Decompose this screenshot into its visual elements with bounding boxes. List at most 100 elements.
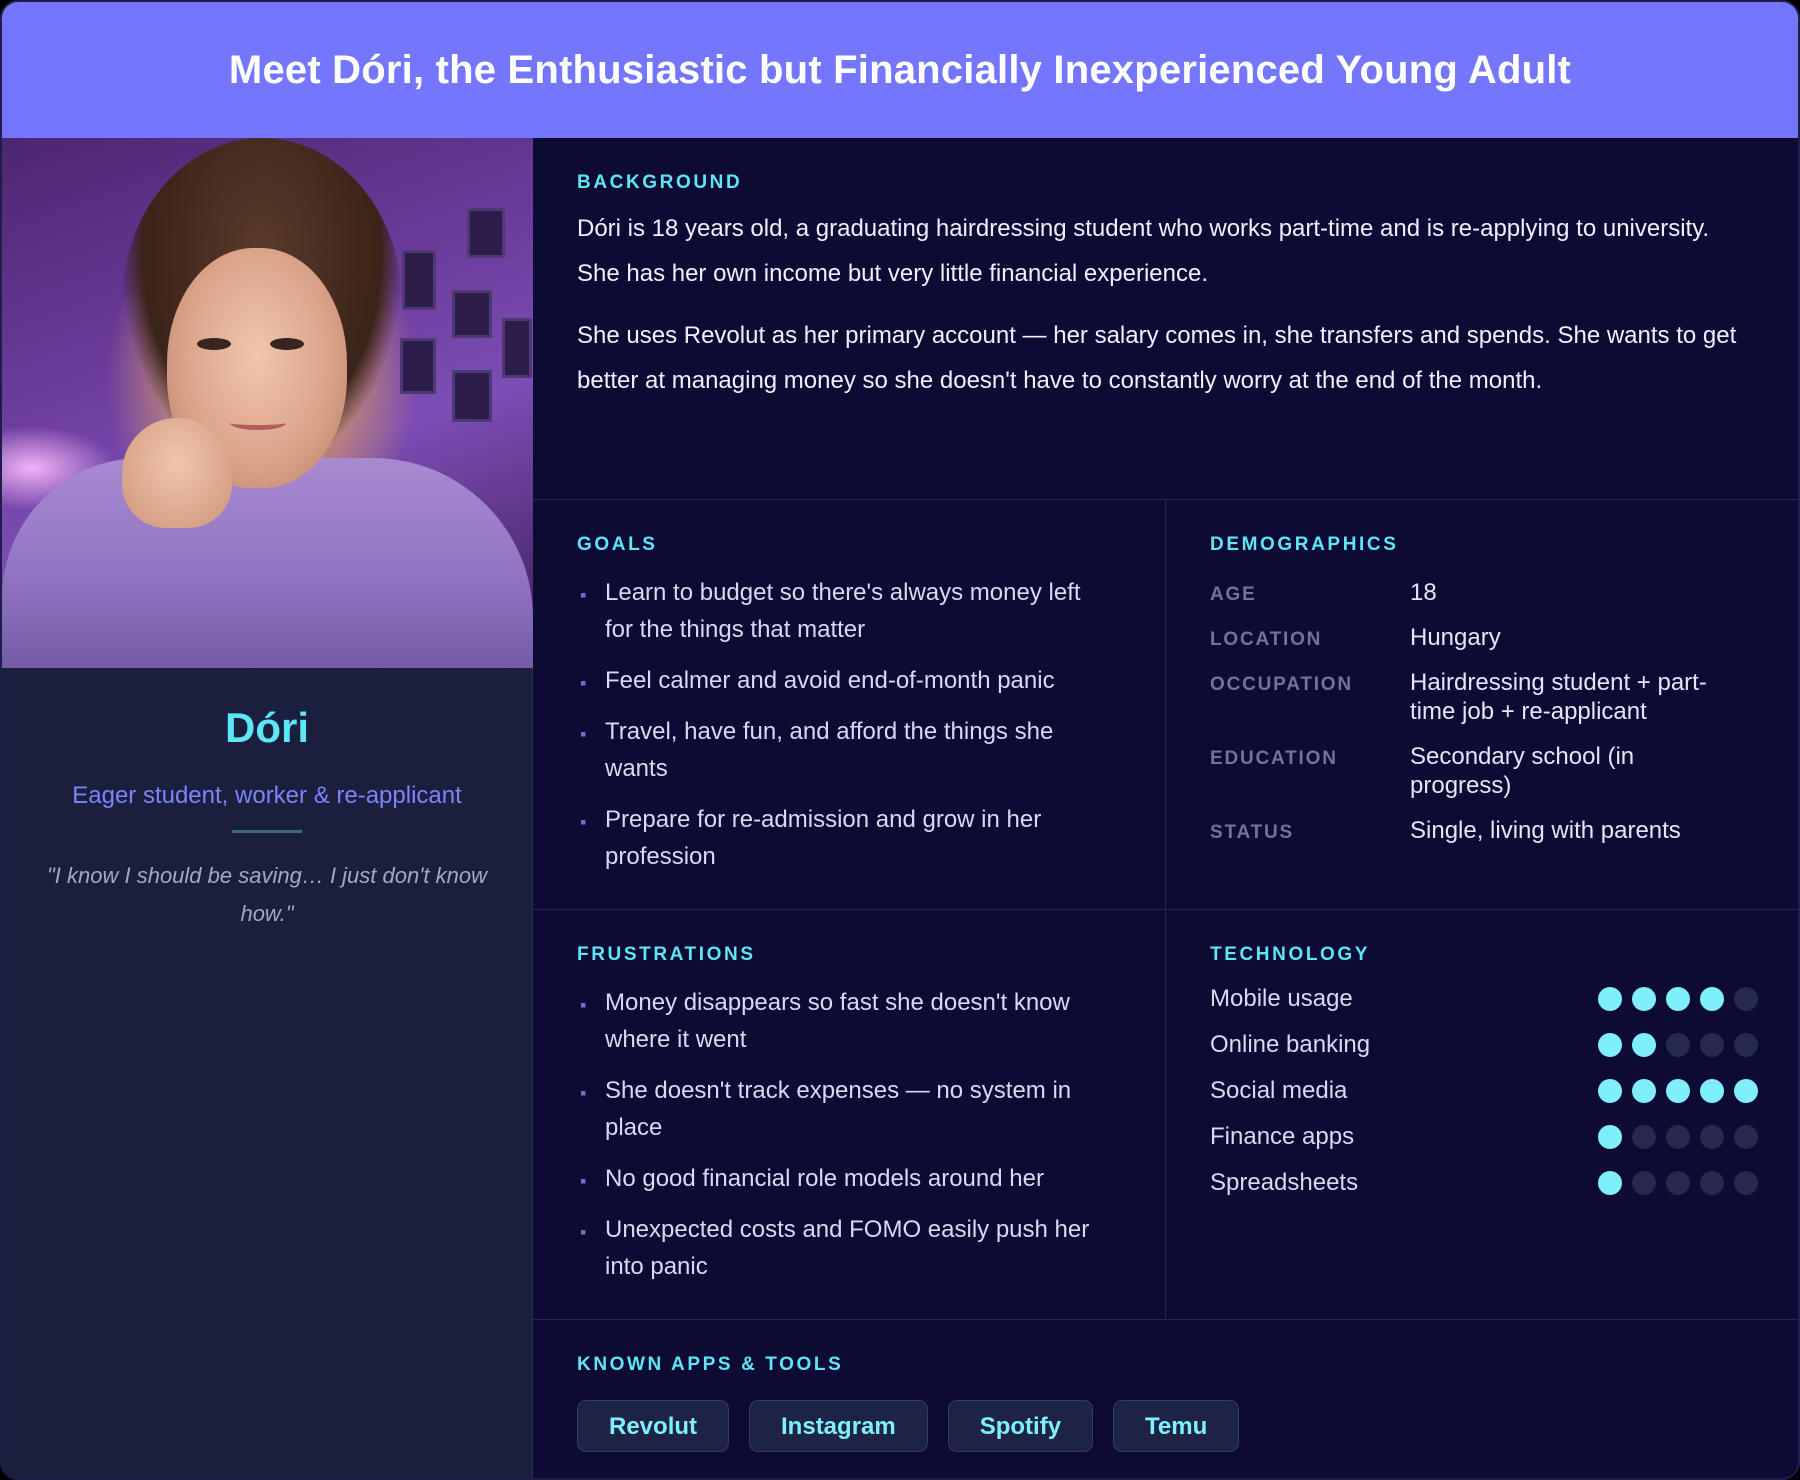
goal-text: Travel, have fun, and afford the things …	[605, 718, 1054, 782]
rating-dot-empty	[1632, 1171, 1656, 1195]
list-item: ▪ She doesn't track expenses — no system …	[580, 1077, 1072, 1141]
demographic-key: EDUCATION	[1210, 748, 1338, 769]
rating-dot-filled	[1598, 987, 1622, 1011]
demographic-value: Hairdressing student + part-time job + r…	[1410, 669, 1707, 725]
technology-row: Finance apps	[1210, 1114, 1758, 1160]
goals-list: ▪ Learn to budget so there's always money…	[577, 574, 1121, 875]
header: Meet Dóri, the Enthusiastic but Financia…	[2, 2, 1798, 138]
list-item: ▪ Feel calmer and avoid end-of-month pani…	[580, 667, 1055, 694]
list-item: ▪ Money disappears so fast she doesn't kn…	[580, 989, 1070, 1053]
frustration-text: Unexpected costs and FOMO easily push he…	[605, 1216, 1090, 1280]
technology-section: TECHNOLOGY Mobile usage Online banking Soc…	[1166, 910, 1798, 1320]
goals-section: GOALS ▪ Learn to budget so there's always…	[533, 500, 1166, 910]
rating-dots	[1598, 1033, 1758, 1057]
demographic-row: AGE 18	[1210, 578, 1758, 607]
frustration-text: She doesn't track expenses — no system i…	[605, 1077, 1072, 1141]
tools-chips: Revolut Instagram Spotify Temu	[577, 1400, 1758, 1452]
rating-dot-empty	[1700, 1033, 1724, 1057]
technology-row: Social media	[1210, 1068, 1758, 1114]
technology-row: Spreadsheets	[1210, 1160, 1758, 1206]
rating-dot-filled	[1598, 1171, 1622, 1195]
rating-dot-empty	[1734, 1125, 1758, 1149]
rating-dot-filled	[1700, 987, 1724, 1011]
demographic-value: 18	[1410, 579, 1437, 606]
demographics-section: DEMOGRAPHICS AGE 18 LOCATION Hungary OCC…	[1166, 500, 1798, 910]
tool-chip: Revolut	[577, 1400, 730, 1452]
background-paragraph: She uses Revolut as her primary account …	[577, 322, 1737, 394]
goal-text: Feel calmer and avoid end-of-month panic	[605, 667, 1055, 694]
list-item: ▪ No good financial role models around he…	[580, 1165, 1044, 1192]
rating-dot-empty	[1666, 1033, 1690, 1057]
demographic-key: AGE	[1210, 584, 1257, 605]
rating-dot-filled	[1734, 1079, 1758, 1103]
tools-heading: KNOWN APPS & TOOLS	[577, 1354, 844, 1375]
technology-heading: TECHNOLOGY	[1210, 944, 1371, 965]
demographics-heading: DEMOGRAPHICS	[1210, 534, 1399, 555]
rating-dots	[1598, 1171, 1758, 1195]
demographic-key: LOCATION	[1210, 629, 1323, 650]
demographic-value: Hungary	[1410, 624, 1501, 651]
page-title: Meet Dóri, the Enthusiastic but Financia…	[228, 47, 1572, 92]
tool-chip: Temu	[1113, 1400, 1240, 1452]
rating-dots	[1598, 1079, 1758, 1103]
tool-chip: Instagram	[749, 1400, 928, 1452]
rating-dot-empty	[1700, 1125, 1724, 1149]
technology-row: Mobile usage	[1210, 976, 1758, 1022]
technology-row: Online banking	[1210, 1022, 1758, 1068]
demographic-row: OCCUPATION Hairdressing student + part-t…	[1210, 668, 1758, 726]
list-item: ▪ Unexpected costs and FOMO easily push h…	[580, 1216, 1090, 1280]
sidebar: Dóri Eager student, worker & re-applican…	[2, 138, 533, 1478]
rating-dot-filled	[1598, 1033, 1622, 1057]
list-item: ▪ Learn to budget so there's always money…	[580, 579, 1081, 643]
persona-role: Eager student, worker & re-applicant	[72, 782, 462, 809]
rating-dot-empty	[1666, 1171, 1690, 1195]
rating-dot-filled	[1598, 1125, 1622, 1149]
frustrations-list: ▪ Money disappears so fast she doesn't kn…	[577, 984, 1121, 1285]
rating-dots	[1598, 1125, 1758, 1149]
demographic-row: LOCATION Hungary	[1210, 623, 1758, 652]
rating-dot-filled	[1632, 1079, 1656, 1103]
goal-text: Prepare for re-admission and grow in her…	[605, 806, 1042, 870]
rating-dot-filled	[1632, 987, 1656, 1011]
background-heading: BACKGROUND	[577, 172, 743, 193]
rating-dot-empty	[1734, 1171, 1758, 1195]
rating-dot-filled	[1598, 1079, 1622, 1103]
list-item: ▪ Travel, have fun, and afford the things…	[580, 718, 1054, 782]
list-item: ▪ Prepare for re-admission and grow in he…	[580, 806, 1042, 870]
rating-dot-filled	[1700, 1079, 1724, 1103]
rating-dot-filled	[1632, 1033, 1656, 1057]
background-section: BACKGROUND Dóri is 18 years old, a gradu…	[533, 138, 1798, 500]
profile: Dóri Eager student, worker & re-applican…	[2, 668, 532, 933]
technology-label: Mobile usage	[1210, 985, 1353, 1012]
rating-dot-filled	[1666, 987, 1690, 1011]
rating-dot-empty	[1734, 1033, 1758, 1057]
goals-heading: GOALS	[577, 534, 658, 555]
persona-photo	[2, 138, 533, 668]
rating-dot-filled	[1666, 1079, 1690, 1103]
demographic-value: Secondary school (in progress)	[1410, 743, 1635, 799]
persona-name: Dóri	[225, 704, 309, 751]
background-paragraph: Dóri is 18 years old, a graduating haird…	[577, 215, 1710, 287]
demographic-row: EDUCATION Secondary school (in progress)	[1210, 742, 1758, 800]
technology-label: Online banking	[1210, 1031, 1371, 1058]
tools-section: KNOWN APPS & TOOLS Revolut Instagram Spo…	[533, 1320, 1798, 1478]
frustrations-section: FRUSTRATIONS ▪ Money disappears so fast s…	[533, 910, 1166, 1320]
technology-list: Mobile usage Online banking Social media Fi…	[1210, 976, 1758, 1206]
frustration-text: No good financial role models around her	[605, 1165, 1044, 1192]
goal-text: Learn to budget so there's always money …	[605, 579, 1081, 643]
technology-label: Social media	[1210, 1077, 1348, 1104]
frustration-text: Money disappears so fast she doesn't kno…	[605, 989, 1070, 1053]
rating-dot-empty	[1700, 1171, 1724, 1195]
rating-dots	[1598, 987, 1758, 1011]
divider	[232, 830, 302, 833]
persona-quote: "I know I should be saving… I just don't…	[46, 863, 488, 926]
demographic-value: Single, living with parents	[1410, 817, 1681, 844]
rating-dot-empty	[1666, 1125, 1690, 1149]
main-content: BACKGROUND Dóri is 18 years old, a gradu…	[533, 138, 1798, 1478]
rating-dot-empty	[1632, 1125, 1656, 1149]
frustrations-heading: FRUSTRATIONS	[577, 944, 756, 965]
demographic-key: STATUS	[1210, 822, 1294, 843]
tool-chip: Spotify	[947, 1400, 1094, 1452]
persona-card: Meet Dóri, the Enthusiastic but Financia…	[0, 0, 1800, 1480]
technology-label: Spreadsheets	[1210, 1169, 1359, 1196]
